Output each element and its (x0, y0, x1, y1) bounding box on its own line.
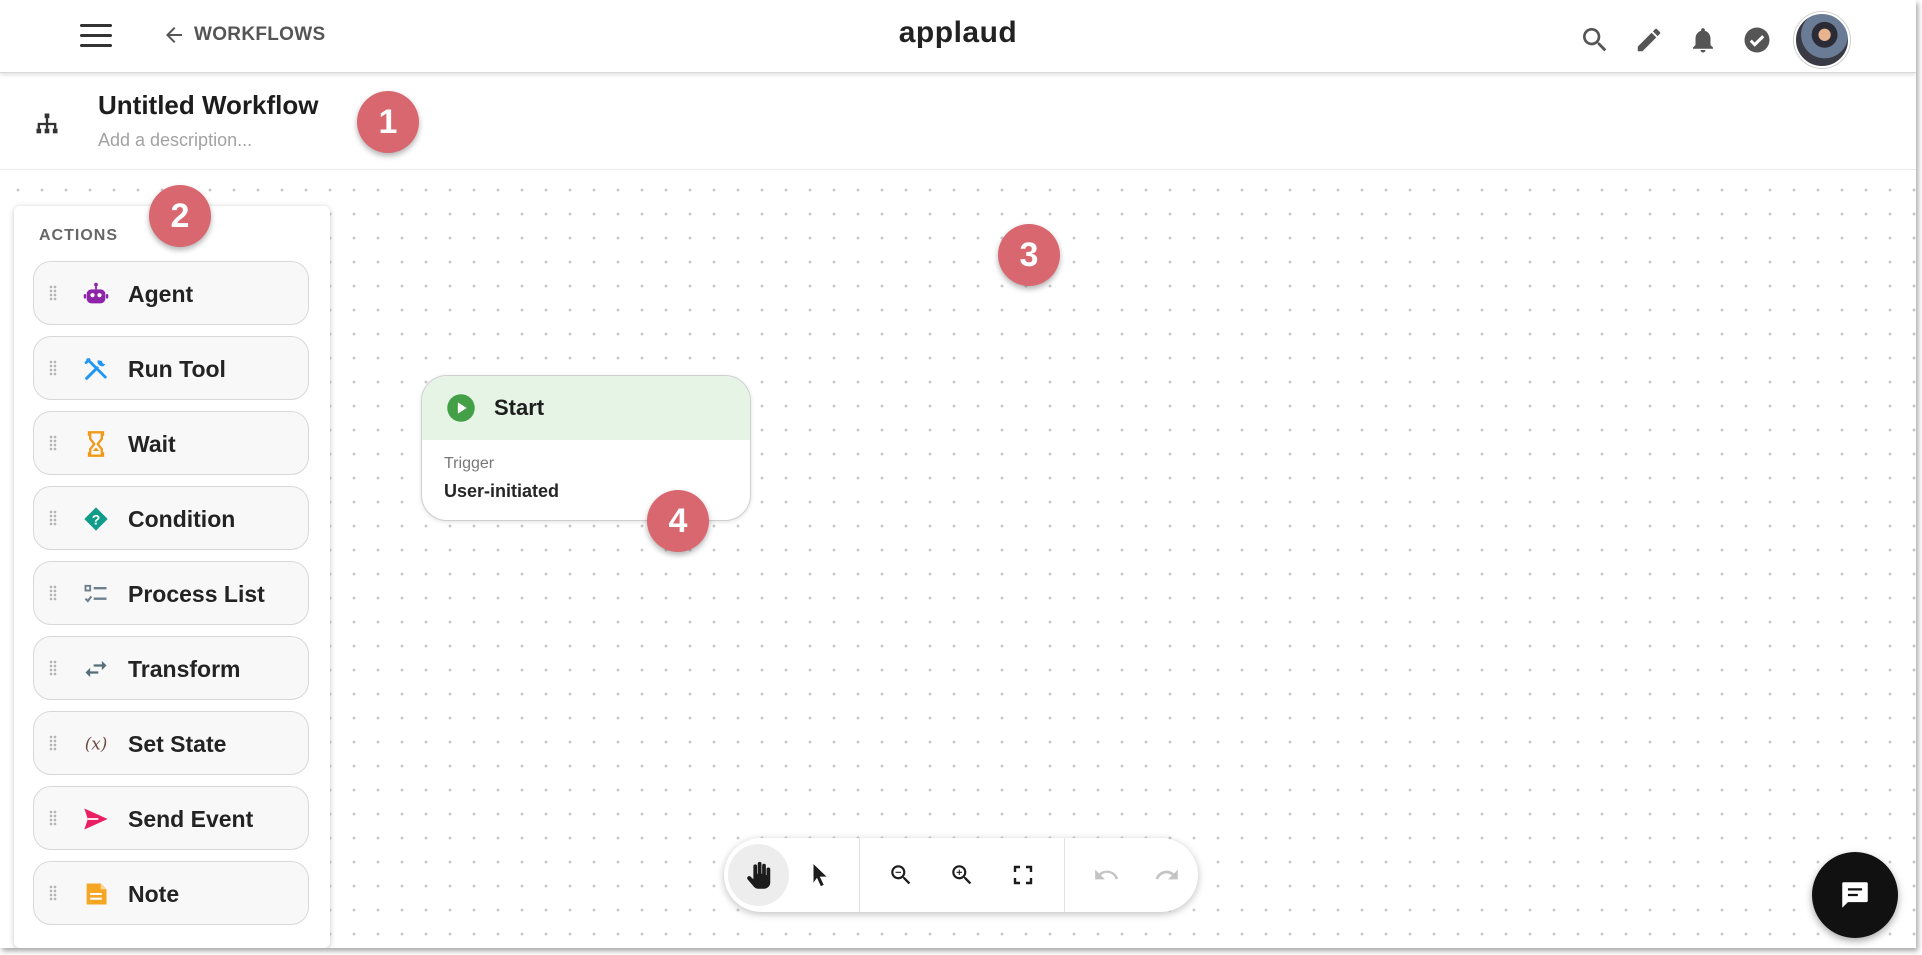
action-agent[interactable]: Agent (33, 261, 309, 325)
pencil-icon[interactable] (1632, 23, 1666, 57)
fit-screen-icon[interactable] (993, 844, 1054, 906)
zoom-out-icon[interactable] (870, 844, 931, 906)
drag-handle-icon[interactable] (49, 735, 57, 751)
bell-icon[interactable] (1686, 23, 1720, 57)
top-bar: WORKFLOWS applaud (0, 0, 1916, 73)
action-label: Transform (128, 656, 241, 682)
workflow-title[interactable]: Untitled Workflow (98, 90, 319, 121)
top-actions (1578, 12, 1850, 68)
chat-button[interactable] (1812, 852, 1898, 938)
trigger-label: Trigger (444, 455, 495, 472)
annotation-badge-3: 3 (998, 224, 1060, 286)
canvas-toolbar (724, 838, 1198, 912)
action-process-list[interactable]: Process List (33, 561, 309, 625)
actions-panel: ACTIONS Agent Run Tool Wait ? Condition … (14, 206, 330, 948)
action-transform[interactable]: Transform (33, 636, 309, 700)
start-node-header: Start (422, 376, 750, 440)
trigger-value: User-initiated (444, 481, 560, 501)
drag-handle-icon[interactable] (49, 810, 57, 826)
action-label: Note (128, 881, 180, 907)
drag-handle-icon[interactable] (49, 885, 57, 901)
action-label: Process List (128, 581, 265, 607)
drag-handle-icon[interactable] (49, 435, 57, 451)
drag-handle-icon[interactable] (49, 285, 57, 301)
actions-panel-title: ACTIONS (39, 227, 118, 244)
action-label: Send Event (128, 806, 254, 832)
tools-icon (82, 355, 110, 383)
zoom-in-icon[interactable] (931, 844, 992, 906)
play-circle-icon (447, 394, 475, 422)
drag-handle-icon[interactable] (49, 360, 57, 376)
avatar[interactable] (1794, 12, 1850, 68)
hierarchy-icon (33, 110, 61, 143)
check-circle-icon[interactable] (1740, 23, 1774, 57)
robot-icon (82, 280, 110, 308)
hand-icon[interactable] (728, 844, 790, 906)
action-set-state[interactable]: (x) Set State (33, 711, 309, 775)
variable-icon: (x) (82, 730, 110, 758)
start-node-title: Start (494, 395, 545, 420)
svg-text:(x): (x) (85, 734, 108, 754)
svg-text:?: ? (92, 511, 101, 527)
action-label: Wait (128, 431, 176, 457)
annotation-badge-1: 1 (357, 91, 419, 153)
workflow-description-field[interactable]: Add a description... (98, 130, 252, 151)
action-condition[interactable]: ? Condition (33, 486, 309, 550)
redo-icon[interactable] (1137, 844, 1198, 906)
action-wait[interactable]: Wait (33, 411, 309, 475)
checklist-icon (82, 580, 110, 608)
action-run-tool[interactable]: Run Tool (33, 336, 309, 400)
action-label: Run Tool (128, 356, 226, 382)
drag-handle-icon[interactable] (49, 510, 57, 526)
action-label: Set State (128, 731, 227, 757)
search-icon[interactable] (1578, 23, 1612, 57)
diamond-question-icon: ? (82, 505, 110, 533)
pointer-icon[interactable] (789, 844, 850, 906)
annotation-badge-2: 2 (149, 185, 211, 247)
hourglass-icon (82, 430, 110, 458)
undo-icon[interactable] (1075, 844, 1136, 906)
start-node[interactable]: Start Trigger User-initiated (421, 375, 751, 521)
send-icon (82, 805, 110, 833)
annotation-badge-4: 4 (647, 490, 709, 552)
app-window: WORKFLOWS applaud Untitled Workflow Add … (0, 0, 1916, 948)
action-label: Agent (128, 281, 194, 307)
action-label: Condition (128, 506, 236, 532)
drag-handle-icon[interactable] (49, 585, 57, 601)
toolbar-divider (1064, 838, 1066, 912)
workflow-header: Untitled Workflow Add a description... (0, 74, 1916, 170)
note-icon (82, 880, 110, 908)
action-send-event[interactable]: Send Event (33, 786, 309, 850)
swap-arrows-icon (82, 655, 110, 683)
chat-bubble-icon (1842, 882, 1868, 908)
toolbar-divider (858, 838, 860, 912)
action-note[interactable]: Note (33, 861, 309, 925)
drag-handle-icon[interactable] (49, 660, 57, 676)
